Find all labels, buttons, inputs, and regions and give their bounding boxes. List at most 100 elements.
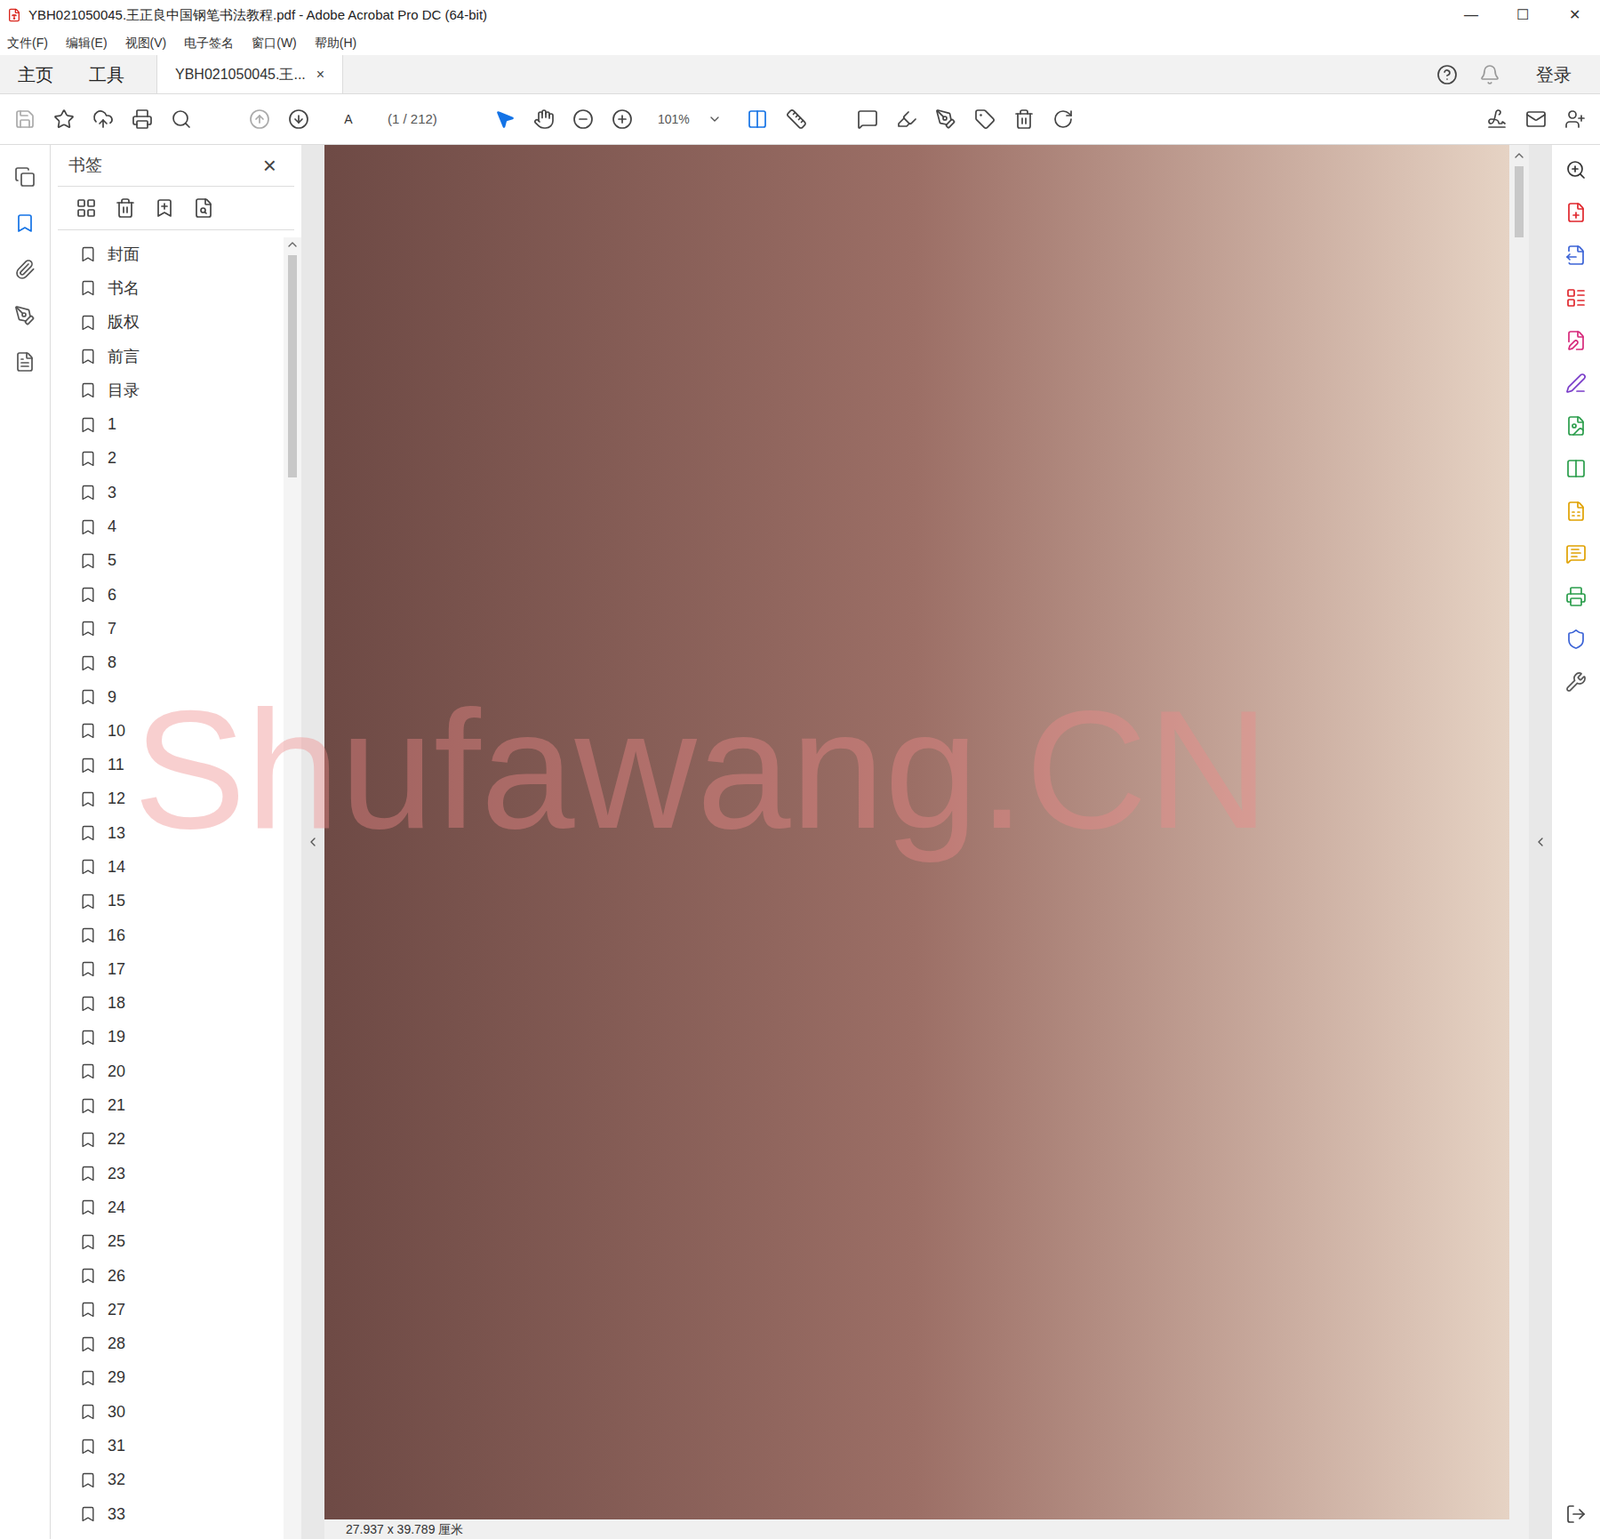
delete-icon[interactable] [1013,108,1035,130]
bookmark-item[interactable]: 28 [79,1327,284,1361]
bookmark-item[interactable]: 32 [79,1463,284,1497]
panel-close[interactable]: × [263,148,284,184]
bookmark-item[interactable]: 22 [79,1122,284,1157]
menu-item[interactable]: 视图(V) [125,33,168,53]
highlight-icon[interactable] [896,108,918,130]
print-icon[interactable] [131,108,153,130]
create-pdf-icon[interactable] [1565,201,1587,224]
export-image-icon[interactable] [1565,415,1587,437]
page-layout-icon[interactable] [746,108,768,130]
bookmark-item[interactable]: 25 [79,1224,284,1259]
measure-icon[interactable] [785,108,808,130]
select-icon[interactable] [494,108,516,130]
bookmark-item[interactable]: 16 [79,918,284,952]
bookmark-item[interactable]: 目录 [79,373,284,408]
email-icon[interactable] [1525,108,1547,130]
hand-icon[interactable] [533,108,555,130]
draw-icon[interactable] [935,108,957,130]
collapse-icon[interactable] [305,834,320,849]
stamp-icon[interactable] [974,108,996,130]
window-control[interactable]: ☐ [1496,4,1549,26]
bookmark-item[interactable]: 12 [79,782,284,816]
bookmark-item[interactable]: 26 [79,1258,284,1293]
print-production-icon[interactable] [1565,585,1587,608]
bookmark-item[interactable]: 5 [79,544,284,578]
upload-icon[interactable] [92,108,114,130]
options-icon[interactable] [75,197,97,219]
panel-scrollbar[interactable] [283,237,302,1539]
bookmark-item[interactable]: 3 [79,475,284,510]
page-scrollbar[interactable] [1509,144,1529,1520]
bookmark-item[interactable]: 15 [79,884,284,919]
bookmark-item[interactable]: 7 [79,611,284,646]
bookmark-item[interactable]: 13 [79,816,284,850]
tab[interactable]: YBH021050045.王...× [156,55,344,94]
collapse-rail-icon[interactable] [1565,1503,1587,1525]
bookmark-item[interactable]: 8 [79,646,284,680]
more-tools-icon[interactable] [1565,671,1587,693]
bookmark-item[interactable]: 14 [79,849,284,884]
menu-item[interactable]: 编辑(E) [65,33,108,53]
sign-icon[interactable] [1486,108,1508,130]
bookmark-icon[interactable] [14,212,36,234]
bookmark-item[interactable]: 31 [79,1428,284,1463]
export-pdf-icon[interactable] [1565,244,1587,266]
tab[interactable]: 主页 [0,55,72,94]
bookmark-item[interactable]: 2 [79,441,284,476]
zoom-out-icon[interactable] [572,108,594,130]
save-icon[interactable] [14,108,36,130]
bookmark-item[interactable]: 版权 [79,305,284,340]
bookmark-item[interactable]: 33 [79,1496,284,1531]
bookmark-item[interactable]: 29 [79,1360,284,1395]
bookmark-item[interactable]: 书名 [79,271,284,305]
notifications-icon[interactable] [1479,64,1501,86]
page-input[interactable]: A [327,110,370,129]
bookmark-item[interactable]: 封面 [79,237,284,272]
combine-icon[interactable] [1565,500,1587,522]
bookmark-item[interactable]: 23 [79,1156,284,1191]
bookmark-item[interactable]: 9 [79,680,284,714]
find-bookmark-icon[interactable] [192,197,215,219]
bookmark-item[interactable]: 30 [79,1394,284,1429]
share-icon[interactable] [1564,108,1586,130]
help-icon[interactable] [1436,64,1458,86]
attachment-icon[interactable] [14,258,36,280]
tab[interactable]: 工具 [71,55,143,94]
menu-item[interactable]: 帮助(H) [314,33,357,53]
menu-item[interactable]: 电子签名 [184,33,234,53]
bookmark-item[interactable]: 4 [79,509,284,544]
compare-icon[interactable] [1565,457,1587,480]
bookmark-item[interactable]: 27 [79,1292,284,1327]
fill-sign-icon[interactable] [1565,372,1587,394]
bookmark-item[interactable]: 20 [79,1054,284,1088]
window-control[interactable]: — [1445,4,1497,26]
bookmark-item[interactable]: 11 [79,747,284,782]
menu-item[interactable]: 文件(F) [7,33,48,53]
rotate-icon[interactable] [1052,108,1074,130]
comment-icon[interactable] [1565,543,1587,565]
bookmark-item[interactable]: 10 [79,713,284,748]
sign-in[interactable]: 登录 [1536,61,1572,88]
delete-bookmark-icon[interactable] [114,197,136,219]
bookmark-item[interactable]: 21 [79,1088,284,1122]
bookmark-item[interactable]: 18 [79,986,284,1021]
edit-pdf-icon[interactable] [1565,329,1587,352]
search-icon[interactable] [170,108,192,130]
zoom-select[interactable]: 101% [650,110,729,129]
enhance-scan-icon[interactable] [1565,159,1587,181]
bookmark-item[interactable]: 6 [79,577,284,612]
next-page-icon[interactable] [288,108,310,130]
bookmark-item[interactable]: 19 [79,1020,284,1055]
tab-close[interactable]: × [316,64,325,86]
expand-tools-icon[interactable] [1533,834,1548,849]
protect-icon[interactable] [1565,628,1587,650]
organize-pages-icon[interactable] [1565,287,1587,309]
pages-icon[interactable] [14,166,36,188]
bookmark-item[interactable]: 24 [79,1190,284,1224]
comment-icon[interactable] [856,108,879,130]
bookmark-item[interactable]: 1 [79,407,284,441]
bookmark-item[interactable]: 17 [79,952,284,986]
bookmark-item[interactable]: 前言 [79,339,284,374]
previous-page-icon[interactable] [248,108,271,130]
zoom-in-icon[interactable] [611,108,633,130]
